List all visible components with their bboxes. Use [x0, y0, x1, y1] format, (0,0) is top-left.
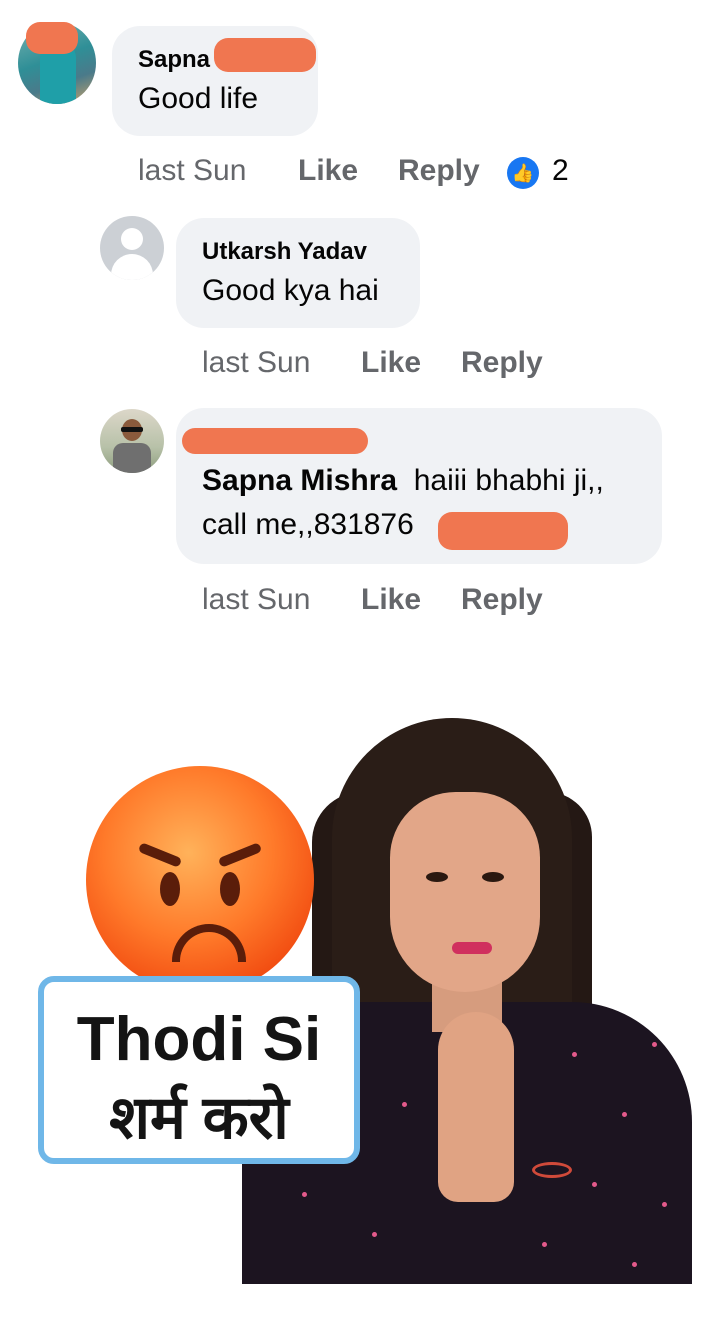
meme-caption-box: Thodi Si शर्म करो — [38, 976, 360, 1164]
redaction-mark — [214, 38, 316, 72]
redaction-mark — [26, 22, 78, 54]
caption-line1: Thodi Si — [76, 1005, 322, 1074]
comment-text: haiii bhabhi ji,, — [413, 464, 604, 497]
comment-time[interactable]: last Sun — [202, 583, 310, 617]
comment-text: Good kya hai — [202, 274, 379, 307]
redaction-mark — [182, 428, 368, 454]
comment-time[interactable]: last Sun — [202, 346, 310, 380]
like-button[interactable]: Like — [298, 154, 358, 187]
comment-text: Good life — [138, 82, 259, 115]
comment-bubble: Utkarsh Yadav Good kya hai — [176, 218, 420, 328]
like-button[interactable]: Like — [361, 346, 421, 379]
reply-button[interactable]: Reply — [461, 583, 543, 616]
reply-button[interactable]: Reply — [398, 154, 480, 187]
mention-link[interactable]: Sapna Mishra — [202, 464, 397, 497]
avatar-utkarsh-yadav[interactable] — [100, 216, 164, 280]
caption-line2: शर्म करो — [109, 1084, 289, 1151]
comment-author[interactable]: Utkarsh Yadav — [202, 238, 367, 266]
avatar-commenter[interactable] — [100, 409, 164, 473]
comment-author[interactable]: Sapna — [138, 46, 210, 74]
angry-face-emoji — [86, 766, 314, 994]
like-button[interactable]: Like — [361, 583, 421, 616]
reaction-count[interactable]: 2 — [552, 154, 569, 188]
reply-button[interactable]: Reply — [461, 346, 543, 379]
redaction-mark — [438, 512, 568, 550]
thumbs-up-icon[interactable]: 👍 — [507, 157, 539, 189]
comment-text-line2: call me,,831876 — [202, 508, 414, 541]
comment-time[interactable]: last Sun — [138, 154, 246, 188]
